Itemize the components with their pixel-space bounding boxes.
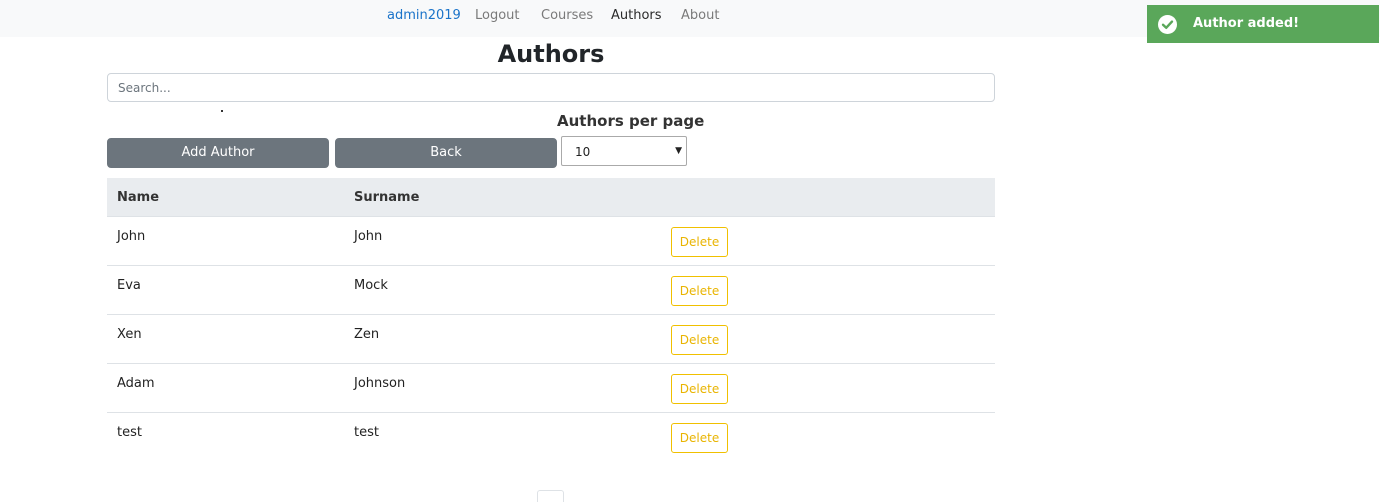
toast-message: Author added! [1193,16,1300,31]
author-surname-cell: Mock [354,278,388,293]
author-name-cell: test [117,425,142,440]
table-row: test test Delete [107,413,995,462]
table-header: Name Surname [107,178,995,217]
per-page-select-value: 10 [575,145,591,159]
delete-button[interactable]: Delete [671,423,728,453]
nav-link-about[interactable]: About [681,8,719,24]
delete-button[interactable]: Delete [671,325,728,355]
author-surname-cell: Zen [354,327,380,342]
author-name-cell: Xen [117,327,142,342]
author-surname-cell: Johnson [354,376,406,391]
table-row: Eva Mock Delete [107,266,995,315]
author-name-cell: Eva [117,278,141,293]
per-page-select[interactable]: 10 ▼ [561,136,687,166]
chevron-down-icon: ▼ [675,146,682,156]
nav-link-logout[interactable]: Logout [475,8,520,24]
delete-button[interactable]: Delete [671,374,728,404]
pagination[interactable] [537,490,564,502]
delete-button[interactable]: Delete [671,227,728,257]
add-author-button[interactable]: Add Author [107,138,329,168]
nav-link-courses[interactable]: Courses [541,8,593,24]
table-row: John John Delete [107,217,995,266]
authors-per-page-label: Authors per page [557,112,705,130]
nav-link-authors[interactable]: Authors [611,8,662,24]
stray-dot [221,110,223,112]
column-header-surname: Surname [354,190,420,205]
author-name-cell: John [117,229,146,244]
author-surname-cell: John [354,229,383,244]
nav-brand-admin2019[interactable]: admin2019 [387,8,461,24]
check-circle-icon [1158,15,1177,34]
toast-notification[interactable]: Author added! [1147,5,1379,43]
page-title: Authors [497,40,605,68]
column-header-name: Name [117,190,160,205]
table-row: Xen Zen Delete [107,315,995,364]
delete-button[interactable]: Delete [671,276,728,306]
table-row: Adam Johnson Delete [107,364,995,413]
author-surname-cell: test [354,425,379,440]
author-name-cell: Adam [117,376,155,391]
back-button[interactable]: Back [335,138,557,168]
search-input[interactable] [107,73,995,102]
